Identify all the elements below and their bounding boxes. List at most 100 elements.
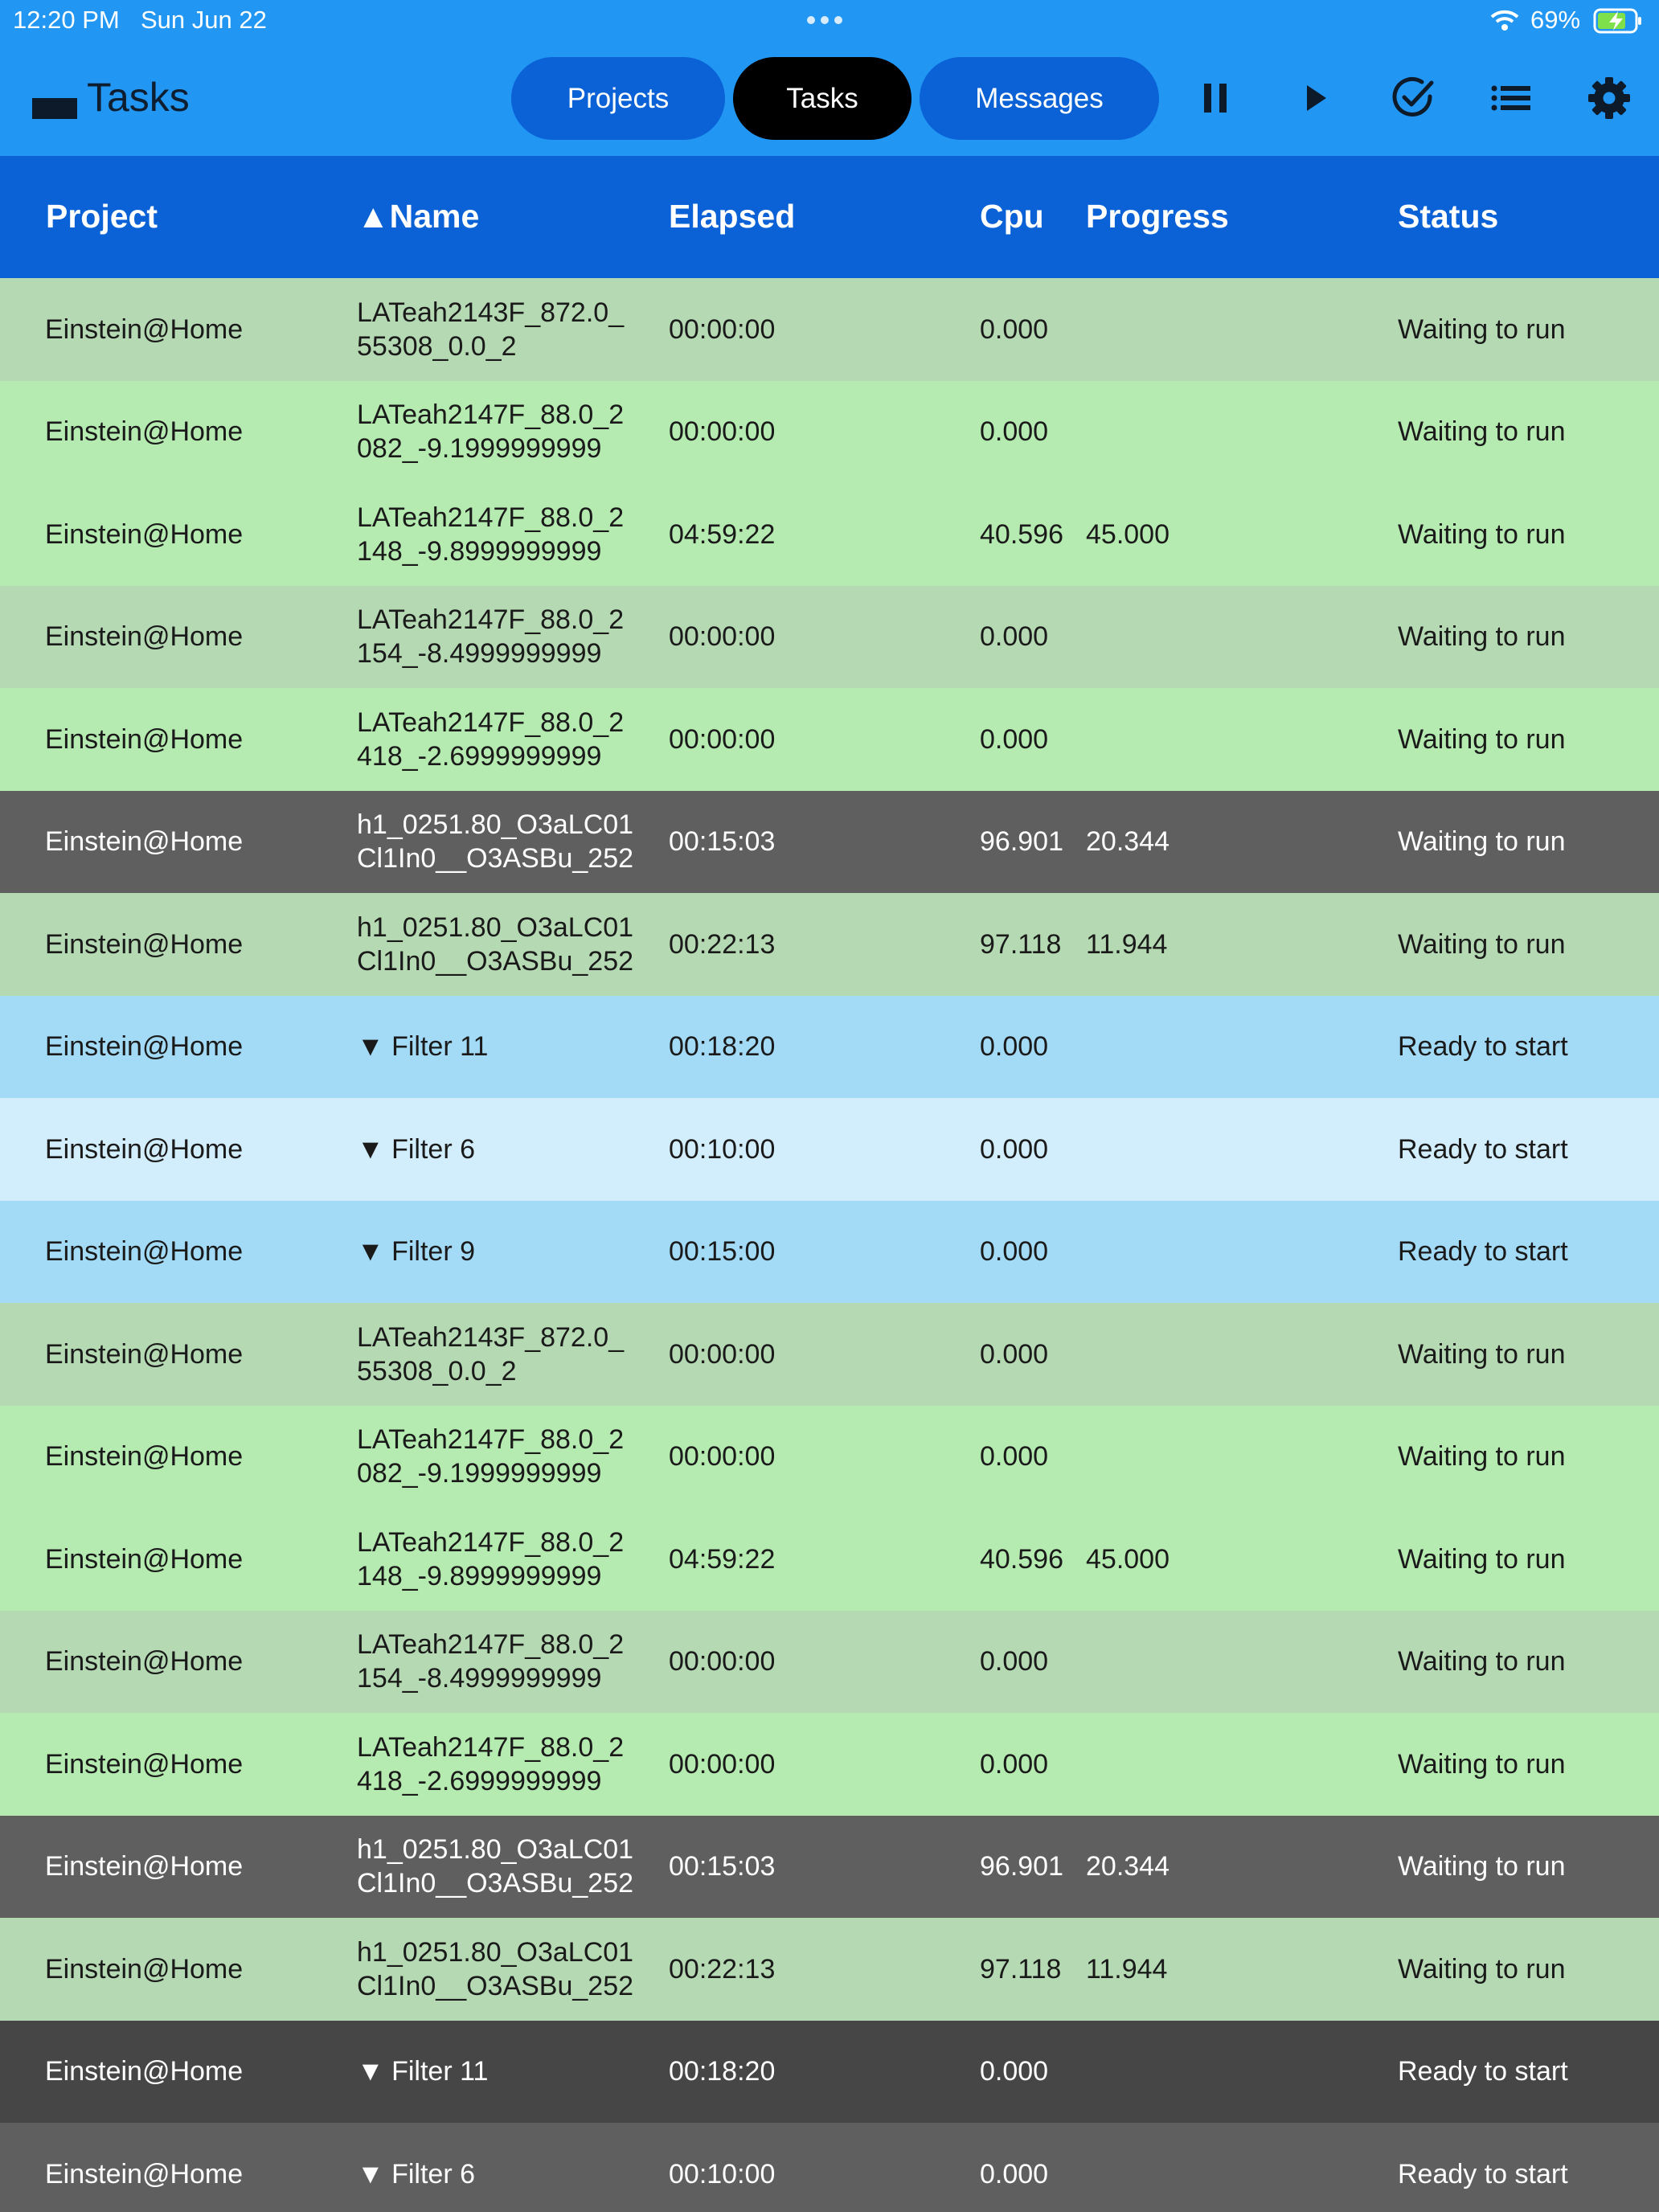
table-row[interactable]: Einstein@Home ▼ Filter 9 00:15:00 0.000 Read…	[0, 1200, 1659, 1303]
cell-name-line: 082_-9.1999999999	[357, 433, 602, 465]
table-row[interactable]: Einstein@Home LATeah2147F_88.0_2 148_-9.89…	[0, 483, 1659, 586]
column-header-progress[interactable]: Progress	[1086, 198, 1229, 236]
table-row[interactable]: Einstein@Home h1_0251.80_O3aLC01 Cl1In0__O…	[0, 1815, 1659, 1918]
cell-name-line: ▼ Filter 6	[357, 2158, 476, 2189]
cell-name-line: ▼ Filter 9	[357, 1236, 476, 1268]
column-header-cpu[interactable]: Cpu	[980, 198, 1044, 236]
cell-cpu: 0.000	[980, 2056, 1049, 2087]
table-row[interactable]: Einstein@Home ▼ Filter 11 00:18:20 0.000 Rea…	[0, 2020, 1659, 2123]
resume-button[interactable]	[1289, 72, 1341, 124]
cell-project: Einstein@Home	[45, 723, 244, 755]
cell-project: Einstein@Home	[45, 518, 244, 550]
cell-project: Einstein@Home	[45, 1748, 244, 1780]
cell-elapsed: 00:10:00	[669, 1133, 776, 1165]
table-header: Project ▲Name Elapsed Cpu Progress Statu…	[0, 156, 1659, 278]
cell-progress: 45.000	[1086, 518, 1169, 550]
table-row[interactable]: Einstein@Home ▼ Filter 6 00:10:00 0.000 Read…	[0, 1098, 1659, 1201]
cell-status: Waiting to run	[1398, 928, 1566, 960]
cell-name-line: ▼ Filter 11	[357, 1031, 489, 1063]
table-row[interactable]: Einstein@Home LATeah2147F_88.0_2 082_-9.19…	[0, 380, 1659, 483]
cell-elapsed: 00:00:00	[669, 1338, 776, 1370]
table-row[interactable]: Einstein@Home LATeah2147F_88.0_2 418_-2.69…	[0, 688, 1659, 791]
cell-name: ▼ Filter 6	[357, 1133, 475, 1166]
cell-project: Einstein@Home	[45, 621, 244, 653]
pause-icon	[1204, 84, 1227, 113]
cell-name-line: LATeah2147F_88.0_2	[357, 1526, 625, 1558]
table-row[interactable]: Einstein@Home LATeah2147F_88.0_2 418_-2.69…	[0, 1713, 1659, 1816]
table-row[interactable]: Einstein@Home LATeah2147F_88.0_2 154_-8.49…	[0, 1610, 1659, 1713]
table-row[interactable]: Einstein@Home LATeah2147F_88.0_2 082_-9.19…	[0, 1405, 1659, 1508]
cell-name-line: 55308_0.0_2	[357, 1355, 517, 1387]
cell-name-line: h1_0251.80_O3aLC01	[357, 809, 634, 841]
cell-status: Ready to start	[1398, 1031, 1568, 1063]
table-row[interactable]: Einstein@Home LATeah2143F_872.0_ 55308_0.0…	[0, 278, 1659, 381]
column-header-name[interactable]: ▲Name	[357, 198, 479, 236]
column-header-status[interactable]: Status	[1398, 198, 1498, 236]
cell-cpu: 0.000	[980, 2158, 1049, 2189]
cell-elapsed: 00:00:00	[669, 723, 776, 755]
table-row[interactable]: Einstein@Home h1_0251.80_O3aLC01 Cl1In0__O…	[0, 1918, 1659, 2021]
battery-charging-icon	[1593, 8, 1641, 34]
cell-project: Einstein@Home	[45, 416, 244, 448]
tab-projects[interactable]: Projects	[511, 57, 725, 140]
complete-button[interactable]	[1387, 72, 1439, 124]
battery-percent: 69%	[1530, 6, 1581, 34]
cell-name-line: 418_-2.6999999999	[357, 740, 602, 772]
cell-project: Einstein@Home	[45, 1338, 244, 1370]
column-header-project[interactable]: Project	[46, 198, 158, 236]
tab-tasks[interactable]: Tasks	[733, 57, 911, 140]
cell-name: h1_0251.80_O3aLC01 Cl1In0__O3ASBu_252	[357, 1833, 633, 1900]
cell-name: LATeah2147F_88.0_2 154_-8.4999999999	[357, 1628, 624, 1695]
cell-progress: 45.000	[1086, 1543, 1169, 1575]
table-row[interactable]: Einstein@Home ▼ Filter 6 00:10:00 0.000 Read…	[0, 2123, 1659, 2212]
cell-cpu: 0.000	[980, 1441, 1049, 1473]
cell-cpu: 0.000	[980, 723, 1049, 755]
cell-name-line: LATeah2147F_88.0_2	[357, 502, 625, 533]
cell-name: LATeah2147F_88.0_2 148_-9.8999999999	[357, 1526, 624, 1593]
cell-name-line: 418_-2.6999999999	[357, 1765, 602, 1796]
cell-cpu: 40.596	[980, 1543, 1063, 1575]
tab-messages[interactable]: Messages	[920, 57, 1159, 140]
cell-status: Waiting to run	[1398, 723, 1566, 755]
table-row[interactable]: Einstein@Home LATeah2143F_872.0_ 55308_0.0…	[0, 1303, 1659, 1406]
cell-project: Einstein@Home	[45, 1646, 244, 1677]
table-row[interactable]: Einstein@Home h1_0251.80_O3aLC01 Cl1In0__O…	[0, 893, 1659, 996]
cell-name: LATeah2147F_88.0_2 148_-9.8999999999	[357, 501, 624, 568]
cell-name-line: Cl1In0__O3ASBu_252	[357, 945, 634, 977]
multitasking-dots-icon[interactable]	[807, 16, 842, 24]
cell-elapsed: 00:22:13	[669, 928, 776, 960]
cell-project: Einstein@Home	[45, 1953, 244, 1985]
list-button[interactable]	[1485, 72, 1537, 124]
cell-name-line: LATeah2143F_872.0_	[357, 297, 625, 328]
gear-icon	[1588, 77, 1630, 119]
cell-name: h1_0251.80_O3aLC01 Cl1In0__O3ASBu_252	[357, 1936, 633, 2003]
cell-name-line: Cl1In0__O3ASBu_252	[357, 1868, 634, 1899]
task-list: Einstein@Home LATeah2143F_872.0_ 55308_0.0…	[0, 278, 1659, 2212]
settings-button[interactable]	[1583, 72, 1635, 124]
cell-name: ▼ Filter 9	[357, 1235, 475, 1268]
cell-status: Waiting to run	[1398, 313, 1566, 345]
cell-cpu: 0.000	[980, 1133, 1049, 1165]
table-row[interactable]: Einstein@Home ▼ Filter 11 00:18:20 0.000 Rea…	[0, 995, 1659, 1098]
cell-project: Einstein@Home	[45, 1543, 244, 1575]
cell-status: Ready to start	[1398, 2158, 1568, 2189]
cell-cpu: 0.000	[980, 1338, 1049, 1370]
cell-elapsed: 00:00:00	[669, 313, 776, 345]
table-row[interactable]: Einstein@Home LATeah2147F_88.0_2 154_-8.49…	[0, 585, 1659, 688]
cell-name: h1_0251.80_O3aLC01 Cl1In0__O3ASBu_252	[357, 911, 633, 978]
cell-project: Einstein@Home	[45, 313, 244, 345]
table-row[interactable]: Einstein@Home h1_0251.80_O3aLC01 Cl1In0__O…	[0, 790, 1659, 893]
cell-status: Ready to start	[1398, 2056, 1568, 2087]
check-circle-icon	[1392, 76, 1434, 117]
cell-status: Waiting to run	[1398, 1851, 1566, 1882]
cell-elapsed: 00:18:20	[669, 2056, 776, 2087]
cell-name-line: LATeah2147F_88.0_2	[357, 1731, 625, 1763]
status-time: 12:20 PM	[13, 6, 120, 34]
cell-cpu: 40.596	[980, 518, 1063, 550]
column-header-elapsed[interactable]: Elapsed	[669, 198, 795, 236]
cell-name-line: ▼ Filter 11	[357, 2056, 489, 2087]
pause-button[interactable]	[1190, 72, 1241, 124]
cell-name-line: LATeah2147F_88.0_2	[357, 1424, 625, 1456]
cell-name-line: h1_0251.80_O3aLC01	[357, 911, 634, 943]
table-row[interactable]: Einstein@Home LATeah2147F_88.0_2 148_-9.89…	[0, 1508, 1659, 1611]
